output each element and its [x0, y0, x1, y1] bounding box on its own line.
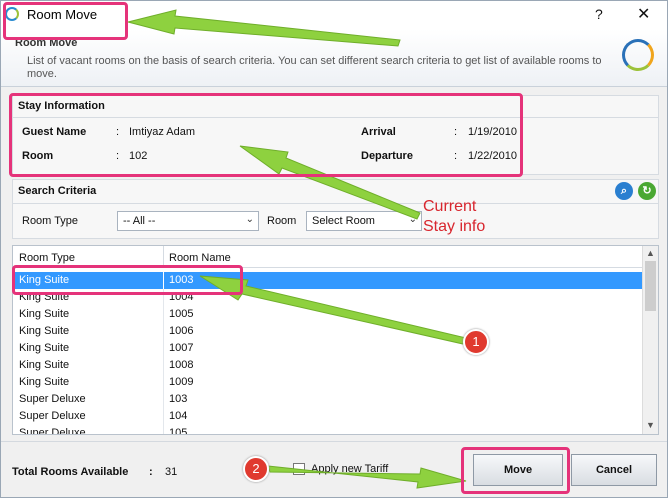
cell-room-type: King Suite: [19, 376, 70, 388]
highlight-title: [3, 2, 128, 40]
scroll-down-icon[interactable]: ▼: [646, 420, 655, 430]
room-type-selected-value: -- All --: [123, 215, 156, 227]
apply-tariff-label[interactable]: Apply new Tariff: [311, 463, 388, 475]
cell-room-name: 1005: [169, 308, 194, 320]
highlight-move-button: [461, 447, 570, 494]
search-icon[interactable]: ⌕: [615, 182, 633, 200]
cell-room-type: King Suite: [19, 308, 70, 320]
cell-room-name: 1006: [169, 325, 194, 337]
close-button[interactable]: ✕: [637, 4, 650, 24]
table-row[interactable]: King Suite 1009: [13, 374, 642, 391]
table-row[interactable]: King Suite 1007: [13, 340, 642, 357]
table-row[interactable]: King Suite 1008: [13, 357, 642, 374]
column-header-room-name[interactable]: Room Name: [169, 252, 231, 264]
room-move-dialog: Room Move ? ✕ Room Move List of vacant r…: [0, 0, 668, 498]
cell-room-name: 104: [169, 410, 188, 422]
search-section-title: Search Criteria: [18, 185, 97, 197]
cell-room-type: Super Deluxe: [19, 393, 86, 405]
table-row[interactable]: King Suite 1005: [13, 306, 642, 323]
table-row[interactable]: King Suite 1006: [13, 323, 642, 340]
room-type-label: Room Type: [22, 215, 79, 227]
help-button[interactable]: ?: [595, 6, 603, 22]
chevron-down-icon: ⌄: [245, 214, 254, 225]
refresh-icon[interactable]: ↻: [638, 182, 656, 200]
table-row[interactable]: Super Deluxe 105: [13, 425, 642, 435]
vertical-scrollbar[interactable]: ▲ ▼: [642, 246, 658, 434]
total-rooms-colon: :: [149, 466, 153, 478]
table-row[interactable]: Super Deluxe 103: [13, 391, 642, 408]
room-select[interactable]: Select Room ⌄: [306, 211, 422, 231]
cell-room-name: 1008: [169, 359, 194, 371]
scroll-up-icon[interactable]: ▲: [646, 248, 655, 258]
total-rooms-label: Total Rooms Available: [12, 466, 129, 478]
cell-room-name: 105: [169, 427, 188, 435]
brand-logo-icon: [622, 39, 654, 71]
step-2-badge: 2: [243, 456, 269, 482]
cell-room-type: Super Deluxe: [19, 410, 86, 422]
cell-room-name: 103: [169, 393, 188, 405]
table-row[interactable]: Super Deluxe 104: [13, 408, 642, 425]
cell-room-type: King Suite: [19, 359, 70, 371]
step-1-badge: 1: [463, 329, 489, 355]
cell-room-type: King Suite: [19, 325, 70, 337]
cell-room-type: King Suite: [19, 342, 70, 354]
room-select-label: Room: [267, 215, 297, 227]
apply-tariff-checkbox[interactable]: [293, 463, 305, 475]
search-criteria-panel: Search Criteria ⌕ ↻ Room Type -- All -- …: [12, 179, 659, 239]
chevron-down-icon: ⌄: [408, 214, 417, 225]
total-rooms-value: 31: [165, 466, 178, 478]
cancel-button[interactable]: Cancel: [571, 454, 657, 486]
room-selected-value: Select Room: [312, 215, 375, 227]
highlight-stay-info: [9, 93, 523, 177]
divider: [13, 203, 658, 204]
column-header-room-type[interactable]: Room Type: [19, 252, 75, 264]
current-stay-annotation-line2: Stay info: [423, 218, 486, 235]
current-stay-annotation-line1: Current: [423, 198, 477, 215]
cell-room-name: 1007: [169, 342, 194, 354]
cell-room-name: 1009: [169, 376, 194, 388]
room-type-select[interactable]: -- All -- ⌄: [117, 211, 259, 231]
scroll-thumb[interactable]: [645, 261, 656, 311]
cell-room-type: Super Deluxe: [19, 427, 86, 435]
header-description: List of vacant rooms on the basis of sea…: [27, 55, 602, 80]
highlight-selected-row: [12, 265, 243, 295]
